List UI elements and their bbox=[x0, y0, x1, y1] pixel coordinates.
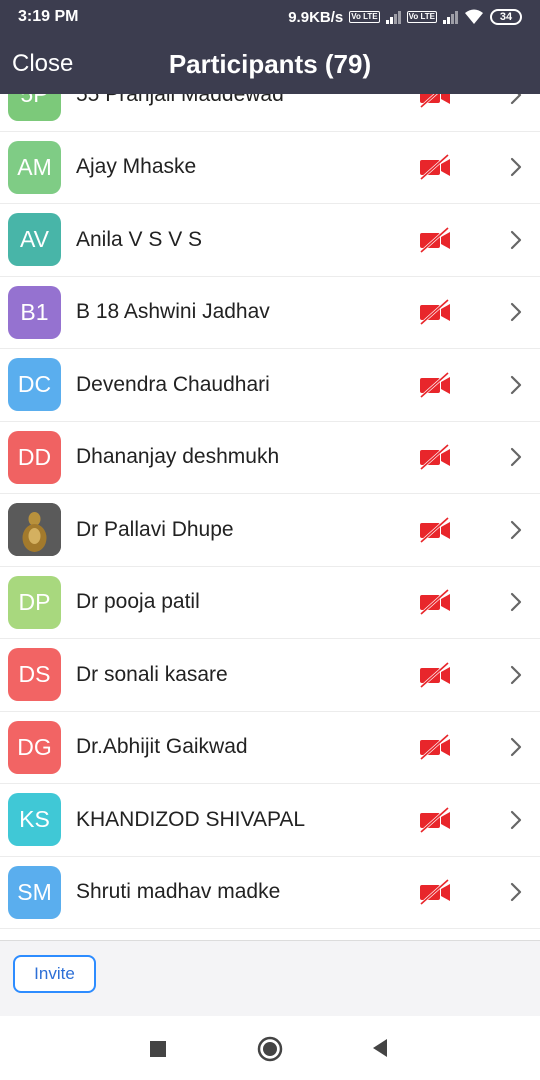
volte-badge-2: Vo LTE bbox=[406, 11, 437, 23]
page-title: Participants (79) bbox=[168, 49, 372, 79]
video-off-icon[interactable] bbox=[418, 589, 452, 616]
signal-icon bbox=[385, 10, 401, 24]
status-bar: 3:19 PM 9.9KB/s Vo LTE Vo LTE 34 bbox=[0, 0, 540, 34]
participant-row[interactable]: DC Devendra Chaudhari bbox=[0, 349, 540, 422]
status-indicators: 9.9KB/s Vo LTE Vo LTE 34 bbox=[288, 9, 522, 26]
video-off-icon[interactable] bbox=[418, 516, 452, 543]
avatar-initials: 5P bbox=[20, 94, 49, 108]
participant-row[interactable]: B1 B 18 Ashwini Jadhav bbox=[0, 277, 540, 349]
network-speed: 9.9KB/s bbox=[288, 8, 344, 26]
avatar-initials: AV bbox=[20, 226, 49, 253]
participant-row[interactable]: DP Dr pooja patil bbox=[0, 567, 540, 639]
participant-name: Devendra Chaudhari bbox=[76, 372, 270, 396]
avatar-initials: SM bbox=[17, 878, 52, 905]
avatar: AV bbox=[8, 213, 61, 267]
chevron-right-icon[interactable] bbox=[506, 591, 526, 613]
chevron-right-icon[interactable] bbox=[506, 229, 526, 251]
app-header: Close Participants (79) bbox=[0, 34, 540, 94]
avatar: DC bbox=[8, 358, 61, 412]
chevron-right-icon[interactable] bbox=[506, 881, 526, 903]
chevron-right-icon[interactable] bbox=[506, 156, 526, 178]
participant-row[interactable]: Dr Pallavi Dhupe bbox=[0, 494, 540, 567]
participant-name: Ajay Mhaske bbox=[76, 155, 197, 179]
avatar: B1 bbox=[8, 285, 61, 339]
video-off-icon[interactable] bbox=[418, 226, 452, 253]
wifi-icon bbox=[465, 9, 483, 24]
avatar-initials: DC bbox=[17, 371, 52, 398]
avatar-initials: KS bbox=[19, 806, 50, 833]
chevron-right-icon[interactable] bbox=[506, 94, 526, 106]
video-off-icon[interactable] bbox=[418, 806, 452, 833]
chevron-right-icon[interactable] bbox=[506, 736, 526, 758]
battery-icon: 34 bbox=[490, 9, 522, 25]
profile-photo-icon bbox=[8, 503, 61, 557]
chevron-right-icon[interactable] bbox=[506, 519, 526, 541]
participant-list[interactable]: 5P 55 Pranjali Maddewad AM Ajay Mhaske AV Ani… bbox=[0, 94, 540, 940]
participant-name: B 18 Ashwini Jadhav bbox=[76, 300, 270, 324]
participant-name: Shruti madhav madke bbox=[76, 880, 281, 904]
participant-row[interactable]: DS Dr sonali kasare bbox=[0, 639, 540, 712]
video-off-icon[interactable] bbox=[418, 734, 452, 761]
avatar: SM bbox=[8, 865, 61, 919]
avatar-initials: AM bbox=[17, 153, 52, 180]
close-button[interactable]: Close bbox=[12, 34, 73, 94]
avatar: DD bbox=[8, 430, 61, 484]
avatar-initials: B1 bbox=[20, 298, 49, 325]
avatar: DP bbox=[8, 575, 61, 629]
avatar: DG bbox=[8, 720, 61, 774]
participant-name: 55 Pranjali Maddewad bbox=[76, 94, 284, 106]
video-off-icon[interactable] bbox=[418, 94, 452, 108]
chevron-right-icon[interactable] bbox=[506, 809, 526, 831]
participant-row[interactable]: AV Anila V S V S bbox=[0, 204, 540, 277]
participant-row[interactable]: DD Dhananjay deshmukh bbox=[0, 422, 540, 494]
avatar bbox=[8, 503, 61, 557]
participant-name: Anila V S V S bbox=[76, 227, 203, 251]
video-off-icon[interactable] bbox=[418, 299, 452, 326]
avatar-initials: DD bbox=[17, 443, 52, 470]
system-nav-bar bbox=[0, 1016, 540, 1080]
battery-level: 34 bbox=[499, 11, 513, 23]
chevron-right-icon[interactable] bbox=[506, 664, 526, 686]
video-off-icon[interactable] bbox=[418, 879, 452, 906]
participant-row[interactable]: DG Dr.Abhijit Gaikwad bbox=[0, 712, 540, 784]
participant-list-inner: 5P 55 Pranjali Maddewad AM Ajay Mhaske AV Ani… bbox=[0, 94, 540, 929]
avatar: AM bbox=[8, 140, 61, 194]
status-time: 3:19 PM bbox=[18, 8, 79, 25]
video-off-icon[interactable] bbox=[418, 371, 452, 398]
avatar: 5P bbox=[8, 94, 61, 122]
chevron-right-icon[interactable] bbox=[506, 374, 526, 396]
participant-row[interactable]: AM Ajay Mhaske bbox=[0, 132, 540, 204]
back-icon[interactable] bbox=[371, 1038, 389, 1058]
participant-name: Dr pooja patil bbox=[76, 590, 200, 614]
avatar-initials: DG bbox=[17, 733, 52, 760]
participant-name: KHANDIZOD SHIVAPAL bbox=[76, 807, 306, 831]
video-off-icon[interactable] bbox=[418, 661, 452, 688]
footer-bar: Invite bbox=[0, 940, 540, 1016]
participant-row[interactable]: SM Shruti madhav madke bbox=[0, 857, 540, 929]
avatar-initials: DS bbox=[18, 661, 51, 688]
invite-button[interactable]: Invite bbox=[13, 955, 96, 993]
recent-apps-icon[interactable] bbox=[149, 1040, 167, 1058]
avatar-initials: DP bbox=[18, 588, 51, 615]
signal-icon-2 bbox=[443, 10, 458, 24]
video-off-icon[interactable] bbox=[418, 154, 452, 181]
participant-row[interactable]: 5P 55 Pranjali Maddewad bbox=[0, 94, 540, 132]
participant-name: Dr sonali kasare bbox=[76, 662, 228, 686]
participant-name: Dhananjay deshmukh bbox=[76, 445, 280, 469]
participant-name: Dr.Abhijit Gaikwad bbox=[76, 735, 248, 759]
avatar: KS bbox=[8, 793, 61, 847]
chevron-right-icon[interactable] bbox=[506, 446, 526, 468]
participant-row[interactable]: KS KHANDIZOD SHIVAPAL bbox=[0, 784, 540, 857]
participant-name: Dr Pallavi Dhupe bbox=[76, 517, 234, 541]
avatar: DS bbox=[8, 648, 61, 702]
video-off-icon[interactable] bbox=[418, 444, 452, 471]
chevron-right-icon[interactable] bbox=[506, 301, 526, 323]
volte-badge: Vo LTE bbox=[349, 11, 380, 23]
home-icon[interactable] bbox=[257, 1036, 283, 1062]
